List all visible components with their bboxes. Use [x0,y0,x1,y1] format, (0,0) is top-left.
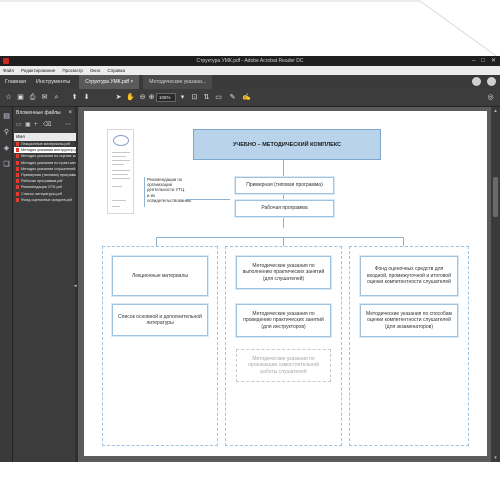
self-study-guidelines-box: Методические указания по организации сам… [236,349,331,382]
account-icon[interactable] [487,77,496,86]
literature-list-box: Список основной и дополнительной литерат… [112,304,208,336]
pdf-file-icon [16,142,19,147]
approval-stamp-image [107,129,134,214]
attachments-list: Имя Лекционные материалы.pdf Методич.указ… [14,133,76,203]
attachment-list-item[interactable]: Фонд оценочных средств.pdf [14,197,76,203]
close-icon[interactable]: ✕ [491,56,496,66]
doc-tab-structure[interactable]: Структура УМК.pdf × [79,75,140,89]
typical-program-box: Примерная (типовая программа) [235,177,334,194]
prev-page-icon[interactable]: ⬆ [70,93,79,102]
share-icon[interactable]: ◎ [486,93,495,102]
title-bar: Структура УМК.pdf - Adobe Acrobat Reader… [0,56,500,66]
add-attachment-icon[interactable]: + [34,122,41,129]
toolbar: ☆ ▣ ⎙ ✉ ⌕ ⬆ ⬇ ➤ ✋ ⊖ ⊕ 106% ▾ ⊡ ⇅ ▭ ✎ ✍ ◎ [0,89,500,107]
doc-tab-guidelines-label: Методические указани... [149,79,207,85]
pdf-file-icon [16,173,19,178]
pdf-file-icon [16,160,19,165]
select-cursor-icon[interactable]: ➤ [114,93,123,102]
zoom-in-icon[interactable]: ⊕ [147,93,156,102]
zoom-out-icon[interactable]: ⊖ [138,93,147,102]
connector-line [156,237,157,246]
recommendations-note: Рекомендации по организации деятельности… [144,177,191,207]
practical-guidelines-students-box: Методические указания по выполнению прак… [236,256,331,289]
maximize-icon[interactable]: □ [481,56,485,66]
comment-icon[interactable]: ▭ [214,93,223,102]
connector-line [156,237,403,238]
next-page-icon[interactable]: ⬇ [82,93,91,102]
acrobat-app-icon [3,58,9,64]
open-file-icon[interactable]: ▭ [16,122,23,129]
assessment-fund-box: Фонд оценочных средств для входной, пром… [360,256,458,296]
highlight-icon[interactable]: ✎ [228,93,237,102]
menu-help[interactable]: Справка [107,68,125,73]
connector-line [186,199,230,200]
pdf-file-icon [16,154,19,159]
menu-view[interactable]: Просмотр [62,68,83,73]
scroll-down-icon[interactable]: ▾ [492,455,499,461]
tab-tools[interactable]: Инструменты [31,75,75,89]
lecture-materials-box: Лекционные материалы [112,256,208,296]
doc-tab-close-icon[interactable]: × [130,79,133,85]
scroll-up-icon[interactable]: ▴ [492,108,499,114]
work-program-box: Рабочая программа [235,200,334,217]
hand-tool-icon[interactable]: ✋ [126,93,135,102]
pages-icon[interactable]: ▤ [3,113,10,121]
left-nav-rail: ▤ ⚲ ◈ ❑ [0,107,13,462]
delete-attachment-icon[interactable]: ⌫ [43,122,51,129]
pdf-file-icon [16,197,19,202]
panel-options-icon[interactable]: ⋯ [65,122,72,129]
scrollbar-thumb[interactable] [493,177,498,217]
menu-edit[interactable]: Редактирование [21,68,55,73]
star-icon[interactable]: ☆ [4,93,13,102]
pdf-file-icon [16,166,19,171]
acrobat-window: Структура УМК.pdf - Adobe Acrobat Reader… [0,56,500,462]
minimize-icon[interactable]: – [472,56,475,66]
save-attachment-icon[interactable]: ▣ [25,122,32,129]
attachments-panel: Вложенные файлы × ▭ ▣ + ⌫ ⋯ Имя Лекционн… [13,107,76,462]
vertical-scrollbar[interactable]: ▴ ▾ [491,107,500,462]
pdf-file-icon [16,179,19,184]
panel-header: Вложенные файлы × [13,107,75,120]
attachment-filename: Фонд оценочных средств.pdf [21,197,72,202]
pdf-file-icon [16,191,19,196]
tab-home[interactable]: Главная [0,75,31,89]
sign-icon[interactable]: ✍ [242,93,251,102]
pdf-page: Рекомендации по организации деятельности… [84,111,487,456]
menu-window[interactable]: Окно [90,68,100,73]
connector-line [283,237,284,246]
search-icon[interactable]: ⌕ [52,93,61,102]
collapse-panel-icon[interactable]: ◂ [74,283,77,289]
help-icon[interactable] [472,77,481,86]
doc-tab-guidelines[interactable]: Методические указани... [143,75,213,89]
window-title: Структура УМК.pdf - Adobe Acrobat Reader… [196,58,304,64]
print-icon[interactable]: ⎙ [28,93,37,102]
pdf-file-icon [16,148,19,153]
save-icon[interactable]: ▣ [16,93,25,102]
scroll-mode-icon[interactable]: ⇅ [202,93,211,102]
menu-bar: Файл Редактирование Просмотр Окно Справк… [0,66,500,75]
panel-close-icon[interactable]: × [68,107,72,120]
umk-header-box: УЧЕБНО – МЕТОДИЧЕСКИЙ КОМПЛЕКС [193,129,381,160]
layers-icon[interactable]: ◈ [3,145,10,153]
panel-tools: ▭ ▣ + ⌫ ⋯ [13,120,75,132]
practical-guidelines-instructors-box: Методические указания по проведению прак… [236,304,331,337]
connector-line [283,160,284,228]
zoom-level-field[interactable]: 106% [156,93,176,102]
zoom-dropdown-icon[interactable]: ▾ [178,93,187,102]
panel-title: Вложенные файлы [16,110,61,116]
assessment-guidelines-box: Методические указания по способам оценки… [360,304,458,337]
doc-tab-structure-label: Структура УМК.pdf [85,79,129,85]
bookmarks-icon[interactable]: ❑ [3,161,10,169]
menu-file[interactable]: Файл [3,68,14,73]
fit-page-icon[interactable]: ⊡ [190,93,199,102]
tab-bar: Главная Инструменты Структура УМК.pdf × … [0,75,500,89]
seal-image [113,135,129,146]
attachments-icon[interactable]: ⚲ [3,129,10,137]
pdf-file-icon [16,185,19,190]
column-header-name[interactable]: Имя [14,133,76,141]
email-icon[interactable]: ✉ [40,93,49,102]
page-curl-decoration [0,0,500,59]
connector-line [403,237,404,246]
